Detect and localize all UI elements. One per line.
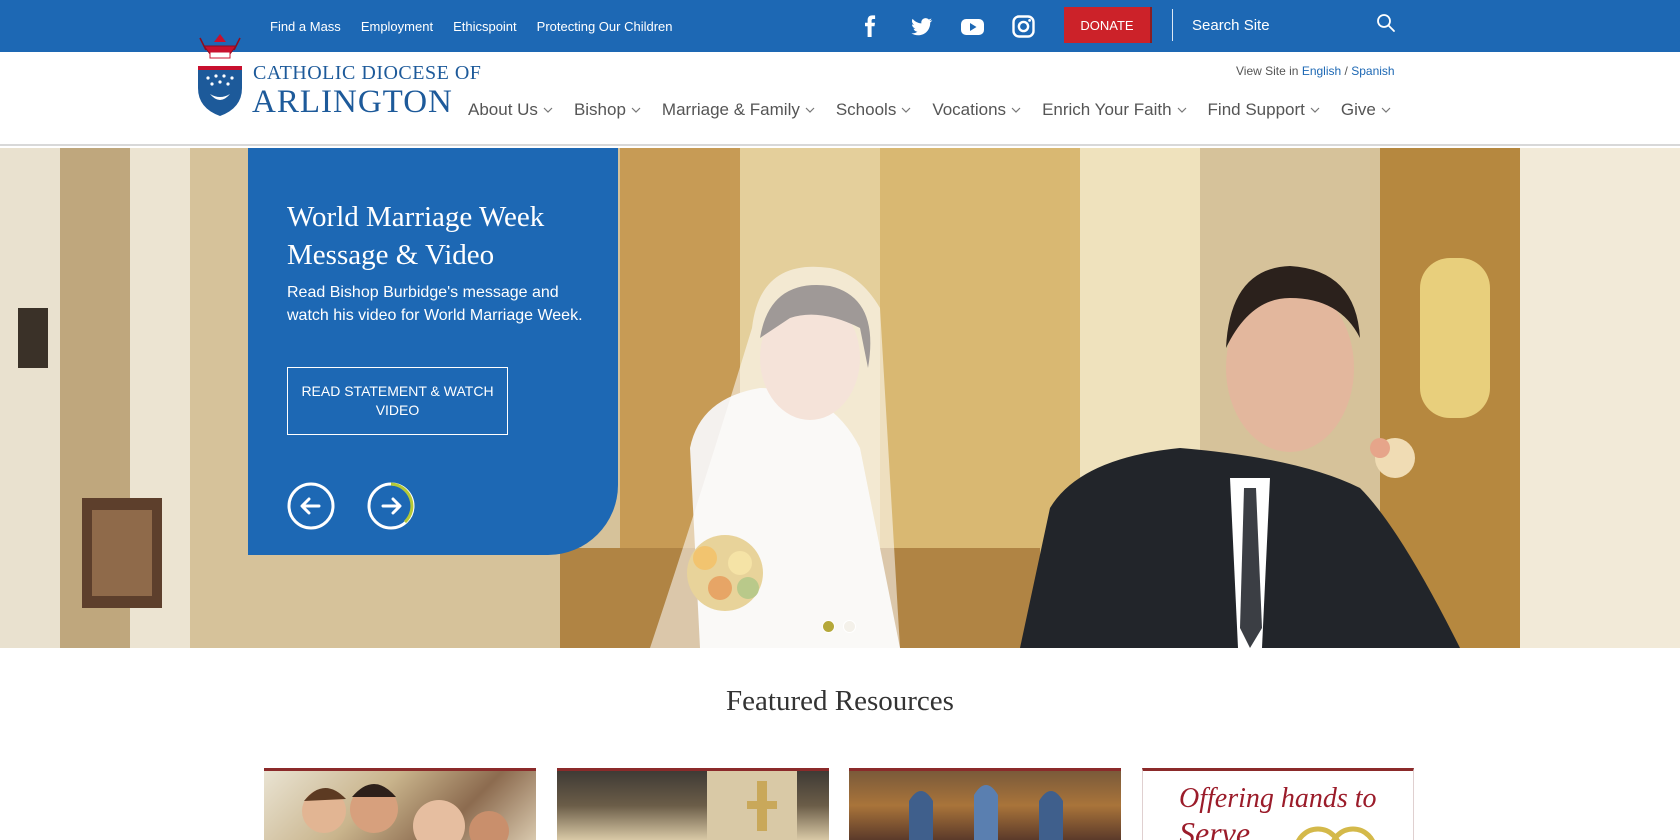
language-switcher: View Site in English / Spanish	[1236, 64, 1395, 78]
nav-label: Schools	[835, 100, 897, 119]
link-ethicspoint[interactable]: Ethicspoint	[453, 19, 517, 34]
chevron-down-icon	[543, 105, 553, 115]
slide-indicators	[822, 620, 856, 633]
chevron-down-icon	[1381, 105, 1391, 115]
clergy-photo	[707, 771, 797, 840]
family-photo	[302, 784, 509, 840]
read-statement-button[interactable]: READ STATEMENT & WATCH VIDEO	[287, 367, 508, 435]
nav-vocations[interactable]: Vocations	[932, 100, 1021, 120]
facebook-icon[interactable]	[856, 12, 885, 41]
featured-card-church-interior[interactable]	[849, 768, 1121, 840]
logo-title-line2: ARLINGTON	[252, 84, 453, 120]
nav-label: Vocations	[932, 100, 1007, 119]
main-nav: About Us Bishop Marriage & Family School…	[468, 100, 1391, 120]
nav-label: Find Support	[1207, 100, 1305, 119]
view-site-label: View Site in	[1236, 64, 1299, 78]
twitter-icon[interactable]	[907, 12, 936, 41]
slide-dot-2[interactable]	[843, 620, 856, 633]
instagram-icon[interactable]	[1009, 12, 1038, 41]
link-find-a-mass[interactable]: Find a Mass	[270, 19, 341, 34]
link-employment[interactable]: Employment	[361, 19, 433, 34]
link-protecting-our-children[interactable]: Protecting Our Children	[537, 19, 673, 34]
featured-card-serve[interactable]: Offering hands to Serve	[1142, 768, 1414, 840]
featured-card-family[interactable]	[264, 768, 536, 840]
church-windows-photo	[909, 785, 1063, 840]
chevron-down-icon	[805, 105, 815, 115]
utility-nav: Find a Mass Employment Ethicspoint Prote…	[270, 0, 673, 52]
nav-give[interactable]: Give	[1341, 100, 1391, 120]
top-bar: Find a Mass Employment Ethicspoint Prote…	[0, 0, 1680, 52]
chevron-down-icon	[1011, 105, 1021, 115]
social-links	[856, 12, 1038, 41]
nav-label: Give	[1340, 100, 1376, 119]
hero-title: World Marriage Week Message & Video	[287, 201, 545, 271]
search-icon[interactable]	[1376, 13, 1396, 33]
next-slide-arrow-icon[interactable]	[367, 482, 415, 530]
logo-title-line1: CATHOLIC DIOCESE OF	[253, 62, 482, 84]
nav-find-support[interactable]: Find Support	[1208, 100, 1320, 120]
nav-bishop[interactable]: Bishop	[574, 100, 641, 120]
nav-about-us[interactable]: About Us	[468, 100, 553, 120]
nav-label: Bishop	[573, 100, 626, 119]
card-headline-2: Serve	[1179, 815, 1251, 840]
search-input[interactable]	[1180, 8, 1400, 42]
nav-label: Enrich Your Faith	[1042, 100, 1172, 119]
chevron-down-icon	[631, 105, 641, 115]
hero-subtitle: Read Bishop Burbidge's message and watch…	[287, 284, 583, 324]
nav-schools[interactable]: Schools	[836, 100, 911, 120]
diocese-crest-logo[interactable]	[190, 32, 250, 122]
language-spanish-link[interactable]: Spanish	[1351, 64, 1394, 78]
nav-enrich-your-faith[interactable]: Enrich Your Faith	[1042, 100, 1186, 120]
nav-marriage-family[interactable]: Marriage & Family	[662, 100, 815, 120]
previous-slide-arrow-icon[interactable]	[287, 482, 335, 530]
youtube-icon[interactable]	[958, 12, 987, 41]
chevron-down-icon	[901, 105, 911, 115]
language-english-link[interactable]: English	[1302, 64, 1341, 78]
chevron-down-icon	[1310, 105, 1320, 115]
nav-label: About Us	[468, 100, 538, 119]
chevron-down-icon	[1177, 105, 1187, 115]
featured-resources-heading: Featured Resources	[726, 685, 954, 717]
donate-button[interactable]: DONATE	[1064, 7, 1152, 43]
slide-dot-1[interactable]	[822, 620, 835, 633]
nav-label: Marriage & Family	[661, 100, 800, 119]
featured-card-clergy[interactable]	[557, 768, 829, 840]
rings-icon	[1296, 826, 1375, 840]
language-separator: /	[1344, 64, 1348, 78]
search-divider	[1172, 9, 1173, 41]
